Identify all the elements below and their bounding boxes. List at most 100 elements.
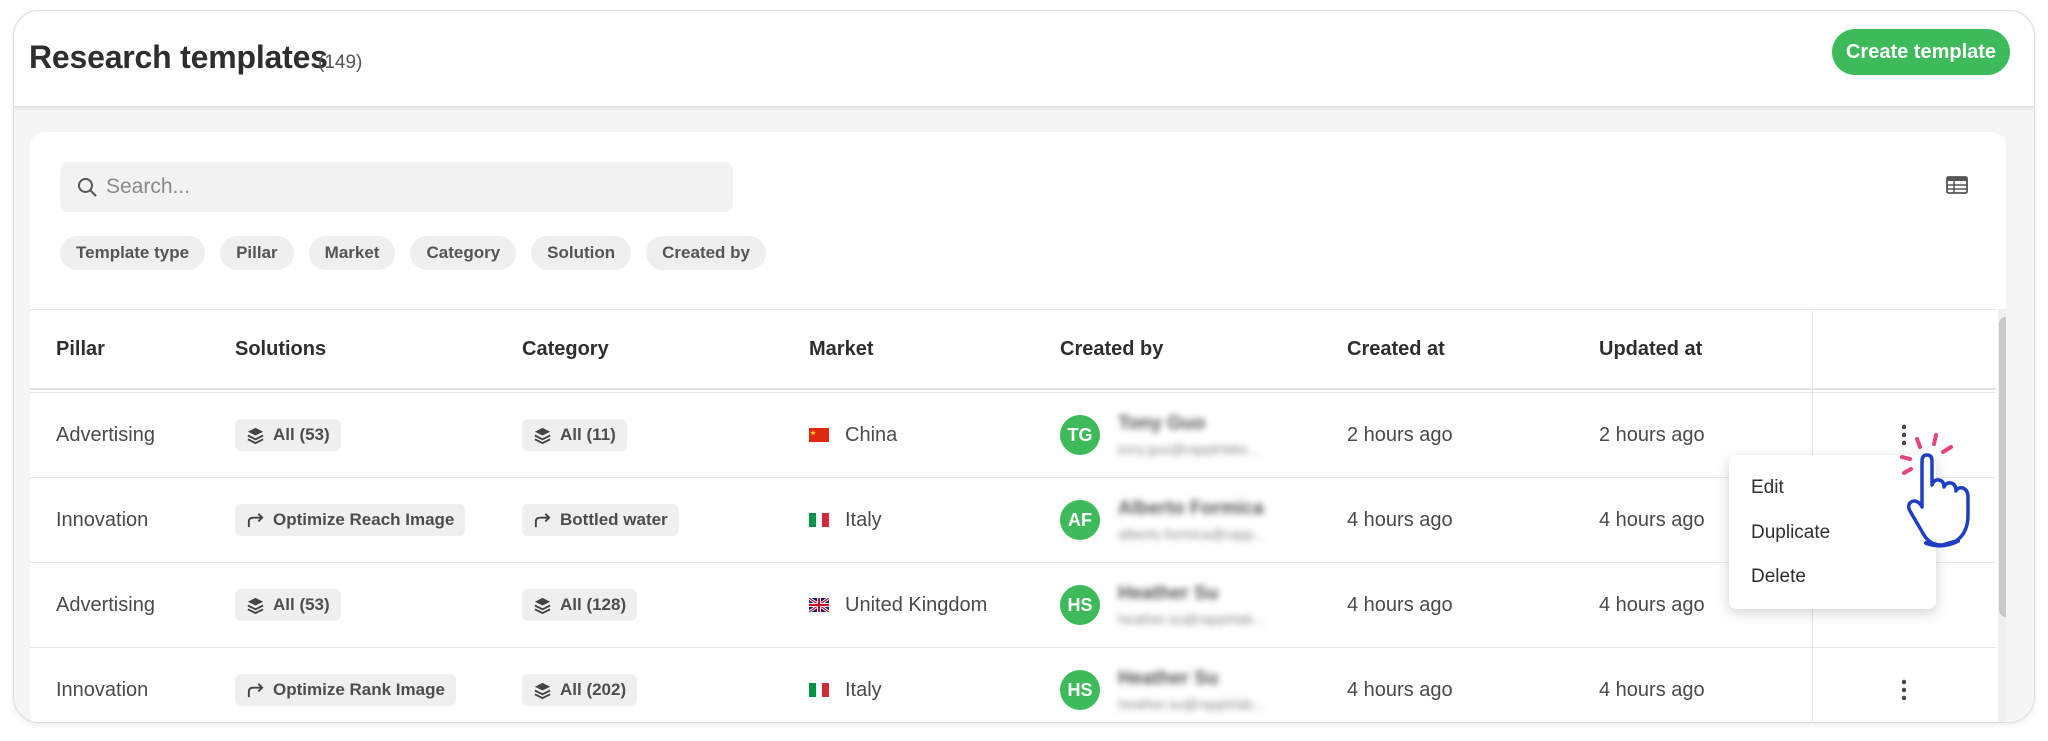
market-cell: Italy	[809, 478, 882, 562]
menu-item-edit[interactable]: Edit	[1751, 477, 1784, 499]
market-name: United Kingdom	[845, 593, 988, 616]
market-cell: Italy	[809, 648, 882, 722]
updated-at-cell: 4 hours ago	[1599, 593, 1705, 616]
china-flag-icon	[809, 428, 829, 442]
template-count: (149)	[318, 52, 363, 73]
creator-info: Alberto Formica alberto.formica@rapp...	[1118, 498, 1265, 542]
layers-icon	[247, 427, 264, 444]
market-cell: United Kingdom	[809, 563, 987, 647]
column-header-solutions[interactable]: Solutions	[235, 310, 326, 388]
category-cell: Bottled water	[522, 478, 679, 562]
pointer-hand-icon	[1900, 433, 1970, 548]
app-frame: Research templates (149) Create template…	[13, 10, 2035, 723]
filter-created-by[interactable]: Created by	[646, 236, 767, 270]
share-arrow-icon	[247, 512, 264, 527]
avatar: AF	[1060, 500, 1100, 540]
search-input[interactable]	[106, 162, 716, 212]
italy-flag-icon	[809, 683, 829, 697]
category-tag-label: All (202)	[560, 680, 627, 699]
category-tag-label: All (11)	[560, 425, 616, 444]
updated-at-cell: 4 hours ago	[1599, 678, 1705, 701]
filter-pillar[interactable]: Pillar	[220, 236, 294, 270]
solutions-tag[interactable]: All (53)	[235, 419, 341, 451]
solutions-tag[interactable]: Optimize Rank Image	[235, 674, 456, 706]
category-tag[interactable]: All (128)	[522, 589, 638, 621]
solutions-cell: All (53)	[235, 393, 341, 477]
page-title: Research templates	[29, 39, 328, 75]
uk-flag-icon	[809, 598, 829, 612]
column-header-updated-at[interactable]: Updated at	[1599, 310, 1702, 388]
market-cell: China	[809, 393, 897, 477]
filter-market[interactable]: Market	[308, 236, 396, 270]
column-header-created-by[interactable]: Created by	[1060, 310, 1163, 388]
creator-email: tony.guo@rapptrlabs...	[1118, 441, 1259, 457]
avatar: TG	[1060, 415, 1100, 455]
column-header-created-at[interactable]: Created at	[1347, 310, 1445, 388]
filter-template-type[interactable]: Template type	[60, 236, 206, 270]
layers-icon	[247, 597, 264, 614]
solutions-tag-label: Optimize Reach Image	[273, 510, 455, 529]
created-by-cell: HS Heather Su heather.su@rapptrlab...	[1060, 563, 1265, 647]
layers-icon	[534, 682, 551, 699]
table-header-row: Pillar Solutions Category Market Created…	[30, 309, 1996, 390]
created-by-cell: AF Alberto Formica alberto.formica@rapp.…	[1060, 478, 1265, 562]
filter-chips: Template type Pillar Market Category Sol…	[60, 236, 767, 270]
table-row[interactable]: Advertising All (53) All (11) China TG T…	[30, 392, 1996, 477]
table-row[interactable]: Innovation Optimize Reach Image Bottled …	[30, 477, 1996, 562]
category-cell: All (128)	[522, 563, 638, 647]
solutions-cell: Optimize Reach Image	[235, 478, 466, 562]
creator-email: heather.su@rapptrlab...	[1118, 696, 1265, 712]
pillar-cell: Innovation	[56, 678, 149, 701]
created-by-cell: HS Heather Su heather.su@rapptrlab...	[1060, 648, 1265, 722]
category-tag[interactable]: All (11)	[522, 419, 627, 451]
created-at-cell: 4 hours ago	[1347, 678, 1453, 701]
creator-name: Alberto Formica	[1118, 498, 1264, 519]
market-name: China	[845, 423, 898, 446]
updated-at-cell: 2 hours ago	[1599, 423, 1705, 446]
solutions-tag-label: All (53)	[273, 425, 330, 444]
more-options-icon[interactable]	[1900, 679, 1908, 701]
category-cell: All (202)	[522, 648, 638, 722]
pillar-cell: Innovation	[56, 508, 149, 531]
created-at-cell: 4 hours ago	[1347, 593, 1453, 616]
search-icon	[78, 178, 97, 197]
column-header-category[interactable]: Category	[522, 310, 609, 388]
creator-info: Heather Su heather.su@rapptrlab...	[1118, 668, 1265, 712]
solutions-tag[interactable]: All (53)	[235, 589, 341, 621]
create-template-button[interactable]: Create template	[1832, 29, 2010, 75]
pillar-cell: Advertising	[56, 423, 155, 446]
creator-email: alberto.formica@rapp...	[1118, 526, 1265, 542]
solutions-tag-label: Optimize Rank Image	[273, 680, 445, 699]
created-at-cell: 2 hours ago	[1347, 423, 1453, 446]
market-name: Italy	[845, 678, 882, 701]
solutions-cell: All (53)	[235, 563, 341, 647]
updated-at-cell: 4 hours ago	[1599, 508, 1705, 531]
created-by-cell: TG Tony Guo tony.guo@rapptrlabs...	[1060, 393, 1259, 477]
category-tag[interactable]: All (202)	[522, 674, 638, 706]
menu-item-delete[interactable]: Delete	[1751, 566, 1806, 588]
creator-email: heather.su@rapptrlab...	[1118, 611, 1265, 627]
layers-icon	[534, 597, 551, 614]
category-tag[interactable]: Bottled water	[522, 504, 679, 536]
column-header-pillar[interactable]: Pillar	[56, 310, 105, 388]
top-bar: Research templates (149) Create template	[14, 11, 2034, 107]
creator-name: Heather Su	[1118, 583, 1219, 604]
created-at-cell: 4 hours ago	[1347, 508, 1453, 531]
italy-flag-icon	[809, 513, 829, 527]
pillar-cell: Advertising	[56, 593, 155, 616]
market-name: Italy	[845, 508, 882, 531]
filter-category[interactable]: Category	[410, 236, 517, 270]
table-row[interactable]: Innovation Optimize Rank Image All (202)	[30, 647, 1996, 722]
layers-icon	[534, 427, 551, 444]
scrollbar-thumb[interactable]	[1999, 317, 2006, 617]
templates-card: Template type Pillar Market Category Sol…	[30, 132, 2006, 722]
solutions-tag[interactable]: Optimize Reach Image	[235, 504, 466, 536]
table-view-icon[interactable]	[1946, 176, 1968, 194]
column-header-market[interactable]: Market	[809, 310, 873, 388]
solutions-cell: Optimize Rank Image	[235, 648, 456, 722]
menu-item-duplicate[interactable]: Duplicate	[1751, 522, 1830, 544]
filter-solution[interactable]: Solution	[531, 236, 632, 270]
search-box[interactable]	[60, 162, 733, 212]
table-row[interactable]: Advertising All (53) All (128) United Ki	[30, 562, 1996, 647]
creator-info: Heather Su heather.su@rapptrlab...	[1118, 583, 1265, 627]
